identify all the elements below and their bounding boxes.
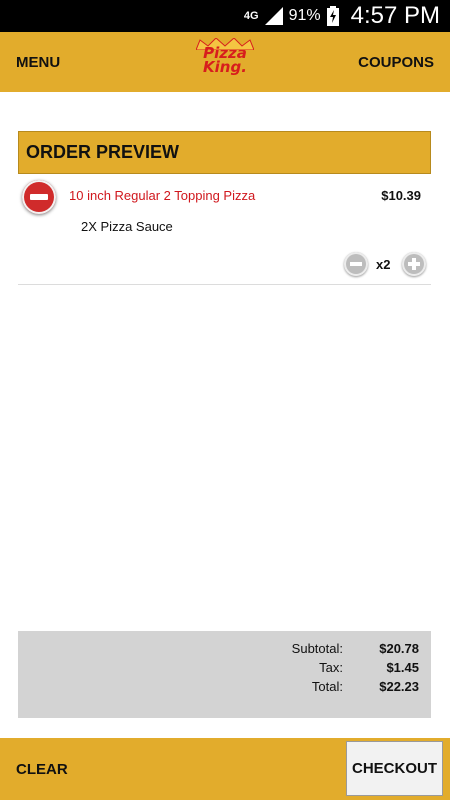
status-bar: 4G 91% 4:57 PM	[0, 0, 450, 32]
order-totals: Subtotal: $20.78 Tax: $1.45 Total: $22.2…	[18, 631, 431, 718]
clear-button[interactable]: CLEAR	[16, 761, 68, 778]
menu-button[interactable]: MENU	[16, 54, 60, 71]
coupons-button[interactable]: COUPONS	[358, 54, 434, 71]
clock: 4:57 PM	[350, 2, 440, 29]
subtotal-label: Subtotal:	[291, 641, 343, 656]
subtotal-value: $20.78	[379, 641, 419, 656]
item-name[interactable]: 10 inch Regular 2 Topping Pizza	[69, 188, 255, 203]
tax-label: Tax:	[319, 660, 343, 675]
order-item: 10 inch Regular 2 Topping Pizza $10.39 2…	[18, 175, 431, 285]
total-label: Total:	[311, 679, 343, 694]
tax-row: Tax: $1.45	[18, 660, 431, 680]
item-modifier: 2X Pizza Sauce	[81, 219, 173, 234]
remove-item-button[interactable]	[22, 180, 56, 214]
app-header: MENU Pizza King. COUPONS	[0, 32, 450, 92]
checkout-button[interactable]: CHECKOUT	[346, 741, 443, 796]
item-price: $10.39	[381, 188, 421, 203]
bottom-action-bar: CLEAR CHECKOUT	[0, 738, 450, 800]
signal-icon	[264, 7, 283, 25]
order-preview-header: ORDER PREVIEW	[18, 131, 431, 174]
increase-quantity-button[interactable]	[402, 252, 426, 276]
network-type-icon: 4G	[243, 10, 259, 22]
battery-percent: 91%	[288, 7, 321, 24]
total-row: Total: $22.23	[18, 679, 431, 699]
tax-value: $1.45	[386, 660, 419, 675]
order-preview-title: ORDER PREVIEW	[26, 142, 180, 162]
subtotal-row: Subtotal: $20.78	[18, 641, 431, 661]
battery-charging-icon	[326, 6, 339, 26]
decrease-quantity-button[interactable]	[344, 252, 368, 276]
pizza-king-logo[interactable]: Pizza King.	[190, 38, 260, 86]
logo-wordmark: Pizza King.	[203, 44, 247, 76]
item-quantity: x2	[376, 257, 391, 272]
total-value: $22.23	[379, 679, 419, 694]
